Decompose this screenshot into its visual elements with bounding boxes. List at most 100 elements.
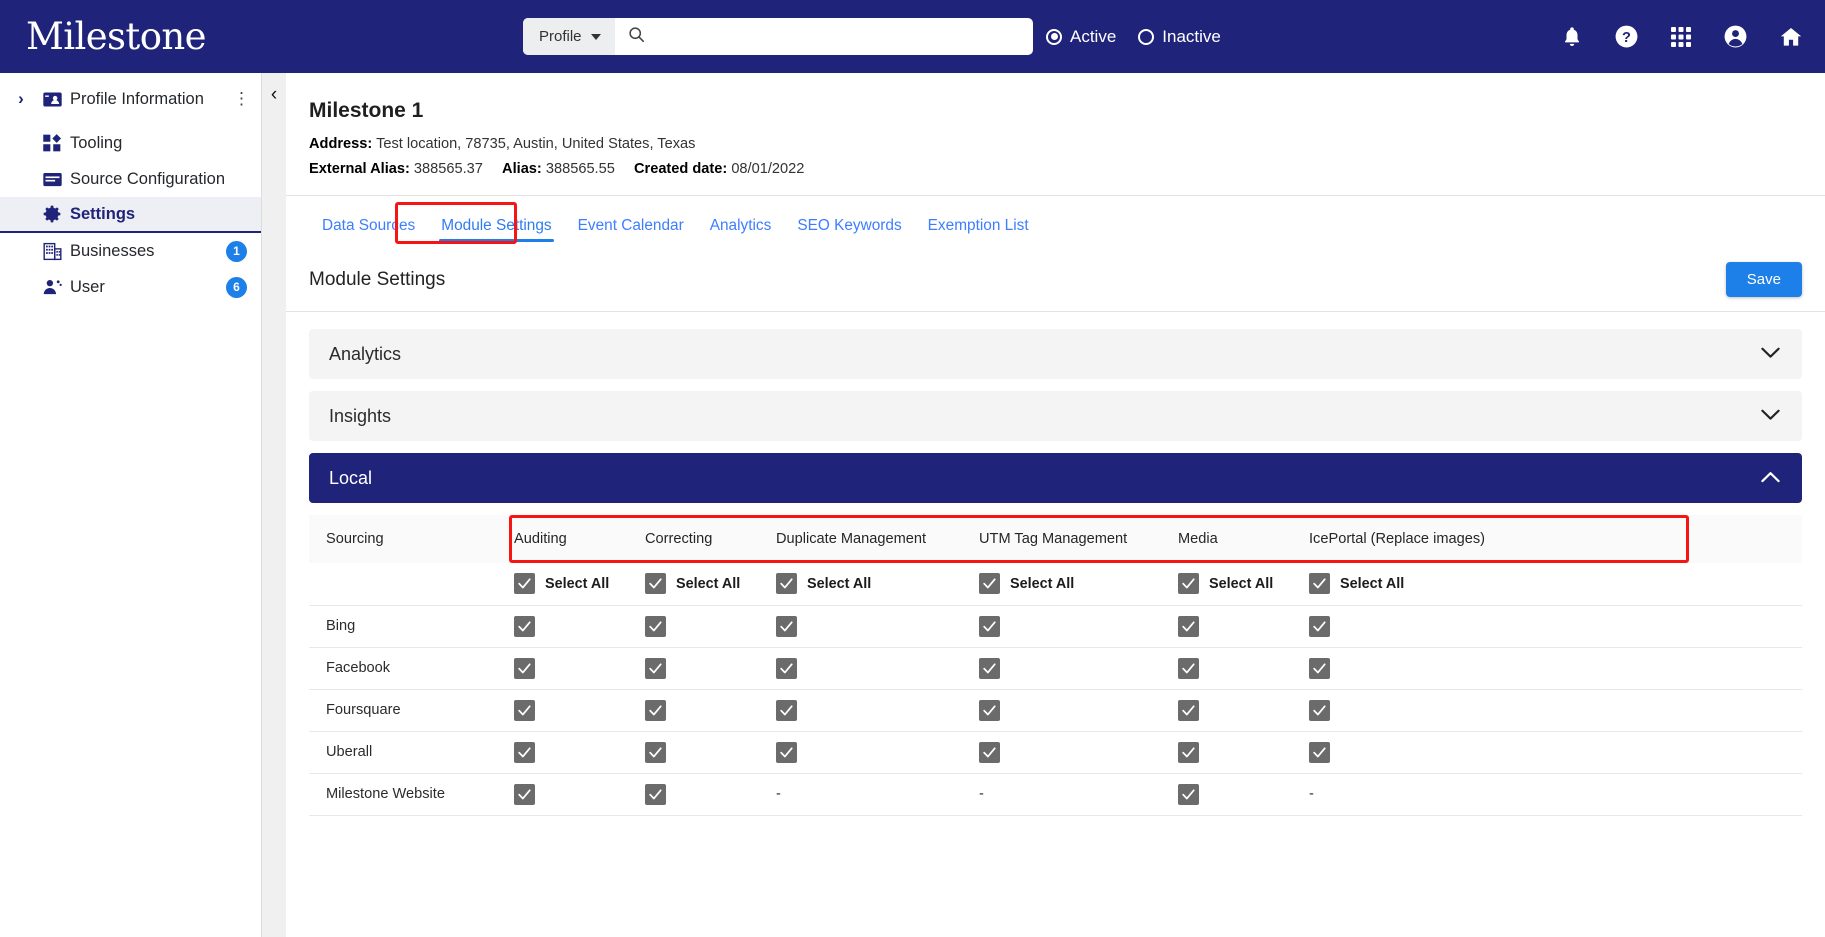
accordion-title: Local	[329, 467, 373, 488]
row-checkbox-auditing[interactable]	[514, 699, 535, 721]
cell-iceportal	[1309, 605, 1802, 647]
row-checkbox-correcting[interactable]	[645, 615, 666, 637]
chevron-right-icon[interactable]: ›	[8, 89, 34, 109]
row-checkbox-media[interactable]	[1178, 783, 1199, 805]
app-logo[interactable]: Milestone	[26, 18, 207, 55]
row-checkbox-media[interactable]	[1178, 741, 1199, 763]
home-icon[interactable]	[1779, 25, 1803, 49]
sidebar-navigation: › Profile Information ⋮ Tooling Source C…	[0, 73, 262, 937]
cell-duplicate-management	[776, 689, 979, 731]
accordion-local[interactable]: Local	[309, 453, 1802, 503]
select-all-checkbox-correcting[interactable]	[645, 573, 666, 595]
sidebar-item-user[interactable]: User 6	[0, 269, 261, 305]
row-checkbox-media[interactable]	[1178, 657, 1199, 679]
tab-seo-keywords[interactable]: SEO Keywords	[784, 213, 914, 246]
row-checkbox-auditing[interactable]	[514, 615, 535, 637]
row-checkbox-media[interactable]	[1178, 699, 1199, 721]
profile-meta-line: External Alias: 388565.37 Alias: 388565.…	[309, 161, 1825, 177]
tab-module-settings[interactable]: Module Settings	[428, 213, 564, 246]
profile-address-line: Address: Test location, 78735, Austin, U…	[309, 136, 1825, 152]
select-all-cell-iceportal: Select All	[1309, 563, 1802, 605]
row-source-label: Milestone Website	[326, 786, 445, 802]
accordion-title: Insights	[329, 405, 392, 426]
top-navigation-bar: Milestone Profile Active Inactive ?	[0, 0, 1825, 73]
global-search: Profile	[523, 18, 1033, 55]
sidebar-collapse-toggle[interactable]: ‹	[262, 73, 286, 117]
row-checkbox-utm-tag-management[interactable]	[979, 699, 1000, 721]
row-checkbox-correcting[interactable]	[645, 657, 666, 679]
local-module-table: Sourcing Auditing Correcting Duplicate M…	[309, 515, 1802, 816]
sidebar-item-tooling[interactable]: Tooling	[0, 125, 261, 161]
select-all-checkbox-duplicate-management[interactable]	[776, 573, 797, 595]
cell-utm-tag-management	[979, 731, 1178, 773]
row-checkbox-auditing[interactable]	[514, 741, 535, 763]
radio-active[interactable]: Active	[1046, 27, 1116, 47]
row-source-label: Foursquare	[326, 702, 401, 718]
search-field-wrap	[615, 18, 1033, 55]
sidebar-item-source-configuration[interactable]: Source Configuration	[0, 161, 261, 197]
row-checkbox-duplicate-management[interactable]	[776, 657, 797, 679]
profile-header: Milestone 1 Address: Test location, 7873…	[286, 73, 1825, 196]
sidebar-item-profile-information[interactable]: › Profile Information ⋮	[0, 81, 261, 117]
row-checkbox-duplicate-management[interactable]	[776, 615, 797, 637]
row-checkbox-auditing[interactable]	[514, 657, 535, 679]
alias-label: Alias:	[502, 161, 542, 177]
bell-icon[interactable]	[1561, 25, 1583, 48]
search-scope-label: Profile	[539, 28, 582, 45]
column-header-correcting: Correcting	[645, 515, 776, 563]
sidebar-item-businesses[interactable]: Businesses 1	[0, 233, 261, 269]
row-checkbox-iceportal[interactable]	[1309, 741, 1330, 763]
select-all-checkbox-media[interactable]	[1178, 573, 1199, 595]
tab-event-calendar[interactable]: Event Calendar	[565, 213, 697, 246]
row-checkbox-auditing[interactable]	[514, 783, 535, 805]
cell-auditing	[514, 605, 645, 647]
radio-inactive-label: Inactive	[1162, 26, 1221, 46]
save-button[interactable]: Save	[1725, 262, 1802, 297]
row-checkbox-correcting[interactable]	[645, 741, 666, 763]
radio-active-label: Active	[1070, 26, 1117, 46]
accordion-insights[interactable]: Insights	[309, 391, 1802, 441]
row-checkbox-duplicate-management[interactable]	[776, 699, 797, 721]
help-icon[interactable]: ?	[1614, 24, 1639, 49]
sidebar-item-label: Settings	[70, 204, 136, 223]
row-checkbox-correcting[interactable]	[645, 699, 666, 721]
search-scope-dropdown[interactable]: Profile	[523, 18, 615, 55]
row-checkbox-duplicate-management[interactable]	[776, 741, 797, 763]
chevron-up-icon[interactable]	[1761, 470, 1780, 487]
tab-data-sources[interactable]: Data Sources	[309, 213, 428, 246]
apps-grid-icon[interactable]	[1670, 26, 1692, 48]
select-all-checkbox-auditing[interactable]	[514, 573, 535, 595]
table-header-row: Sourcing Auditing Correcting Duplicate M…	[309, 515, 1802, 563]
select-all-label: Select All	[1340, 575, 1405, 592]
account-icon[interactable]	[1723, 24, 1748, 49]
kebab-menu-icon[interactable]: ⋮	[233, 90, 250, 107]
row-checkbox-utm-tag-management[interactable]	[979, 657, 1000, 679]
row-checkbox-iceportal[interactable]	[1309, 615, 1330, 637]
select-all-checkbox-iceportal[interactable]	[1309, 573, 1330, 595]
external-alias-label: External Alias:	[309, 161, 410, 177]
sidebar-item-label: User	[70, 277, 105, 296]
chevron-down-icon[interactable]	[1761, 346, 1780, 363]
top-bar-icons: ?	[1561, 0, 1803, 73]
cell-media	[1178, 773, 1309, 815]
radio-inactive[interactable]: Inactive	[1138, 27, 1221, 47]
row-checkbox-iceportal[interactable]	[1309, 699, 1330, 721]
tab-analytics[interactable]: Analytics	[697, 213, 785, 246]
external-alias-value: 388565.37	[413, 161, 483, 177]
row-source-label: Uberall	[326, 744, 373, 760]
created-date-label: Created date:	[633, 161, 728, 177]
accordion-analytics[interactable]: Analytics	[309, 329, 1802, 379]
row-checkbox-utm-tag-management[interactable]	[979, 741, 1000, 763]
select-all-checkbox-utm-tag-management[interactable]	[979, 573, 1000, 595]
sidebar-item-label: Businesses	[70, 241, 155, 260]
row-checkbox-utm-tag-management[interactable]	[979, 615, 1000, 637]
row-checkbox-correcting[interactable]	[645, 783, 666, 805]
tab-exemption-list[interactable]: Exemption List	[915, 213, 1042, 246]
chevron-down-icon[interactable]	[1761, 408, 1780, 425]
search-input[interactable]	[652, 28, 1033, 45]
row-checkbox-iceportal[interactable]	[1309, 657, 1330, 679]
cell-duplicate-management-empty: -	[776, 786, 781, 802]
radio-inactive-dot	[1138, 28, 1155, 45]
sidebar-item-settings[interactable]: Settings	[0, 197, 261, 233]
row-checkbox-media[interactable]	[1178, 615, 1199, 637]
